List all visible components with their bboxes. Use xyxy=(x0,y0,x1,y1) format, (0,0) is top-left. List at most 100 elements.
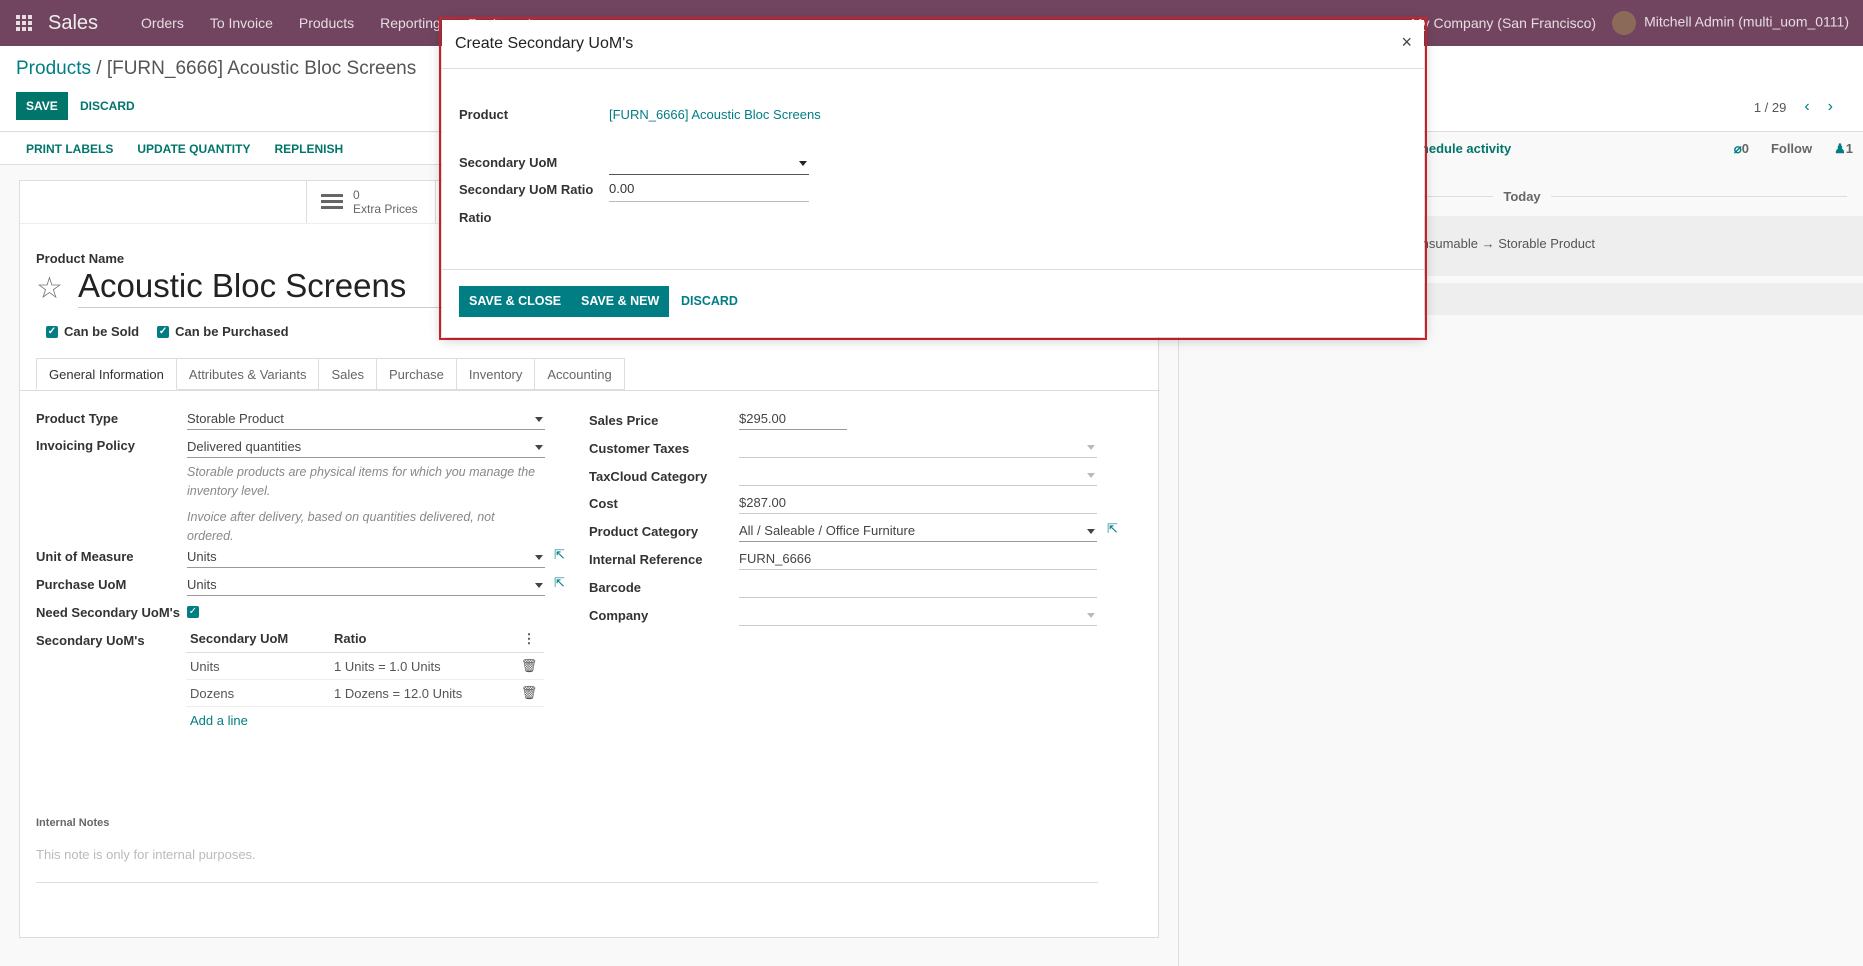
breadcrumb: Products / [FURN_6666] Acoustic Bloc Scr… xyxy=(16,58,416,80)
tab-purchase[interactable]: Purchase xyxy=(376,358,457,390)
table-row[interactable]: Units 1 Units = 1.0 Units 🗑 xyxy=(186,653,544,680)
extra-prices-button[interactable]: 0 Extra Prices xyxy=(306,181,436,223)
row-uom: Dozens xyxy=(190,685,235,701)
save-new-button[interactable]: SAVE & NEW xyxy=(571,286,670,317)
ratio-label: Ratio xyxy=(459,210,492,225)
cost-label: Cost xyxy=(589,496,618,511)
breadcrumb-separator: / xyxy=(90,58,107,79)
uom-value: Units xyxy=(187,549,217,564)
save-close-button[interactable]: SAVE & CLOSE xyxy=(459,286,572,317)
menu-to-invoice[interactable]: To Invoice xyxy=(197,15,286,31)
replenish-button[interactable]: REPLENISH xyxy=(262,142,355,156)
barcode-label: Barcode xyxy=(589,580,642,595)
tab-attributes-variants[interactable]: Attributes & Variants xyxy=(176,358,320,390)
invoicing-policy-select[interactable]: Delivered quantities xyxy=(187,438,545,458)
tab-general-information[interactable]: General Information xyxy=(36,358,177,390)
paperclip-icon: ⌀ xyxy=(1733,141,1742,156)
avatar xyxy=(1612,11,1637,35)
table-header: Secondary UoM Ratio ⋮ xyxy=(186,625,544,653)
apps-menu-icon[interactable] xyxy=(0,0,48,46)
column-ratio[interactable]: Ratio xyxy=(334,631,514,646)
company-select[interactable] xyxy=(739,606,1097,626)
pager-prev-icon[interactable]: ‹ xyxy=(1804,98,1809,116)
breadcrumb-products[interactable]: Products xyxy=(16,58,91,79)
can-be-sold-checkbox[interactable]: ✓ Can be Sold xyxy=(46,324,139,339)
customer-taxes-select[interactable] xyxy=(739,438,1097,458)
row-ratio: 1 Dozens = 12.0 Units xyxy=(334,685,463,701)
taxcloud-category-select[interactable] xyxy=(739,466,1097,486)
can-be-purchased-label: Can be Purchased xyxy=(175,324,289,339)
today-label: Today xyxy=(1503,189,1541,204)
update-quantity-button[interactable]: UPDATE QUANTITY xyxy=(125,142,262,156)
app-name[interactable]: Sales xyxy=(48,12,98,35)
invoicing-policy-value: Delivered quantities xyxy=(187,439,302,454)
save-button[interactable]: SAVE xyxy=(16,92,68,120)
external-link-icon[interactable]: ⇱ xyxy=(1107,521,1118,537)
need-secondary-checkbox[interactable]: ✓ xyxy=(187,606,199,618)
barcode-input[interactable] xyxy=(739,578,1097,598)
attachments-button[interactable]: ⌀0 xyxy=(1734,141,1749,157)
product-type-select[interactable]: Storable Product xyxy=(187,410,545,430)
product-category-value: All / Saleable / Office Furniture xyxy=(739,523,916,538)
tab-inventory[interactable]: Inventory xyxy=(456,358,536,390)
secondary-uom-ratio-input[interactable]: 0.00 xyxy=(609,180,809,202)
menu-products[interactable]: Products xyxy=(286,15,367,31)
internal-notes-input[interactable]: This note is only for internal purposes. xyxy=(36,847,1098,883)
dialog-discard-button[interactable]: DISCARD xyxy=(681,286,738,317)
kebab-menu-icon[interactable]: ⋮ xyxy=(514,631,544,647)
product-category-select[interactable]: All / Saleable / Office Furniture xyxy=(739,522,1097,542)
uom-select[interactable]: Units xyxy=(187,548,545,568)
tab-accounting[interactable]: Accounting xyxy=(535,358,625,390)
pager-next-icon[interactable]: › xyxy=(1828,98,1833,116)
chevron-down-icon xyxy=(535,555,543,560)
chevron-down-icon xyxy=(535,583,543,588)
product-category-label: Product Category xyxy=(589,524,699,539)
product-type-label: Product Type xyxy=(36,411,119,426)
internal-reference-input[interactable]: FURN_6666 xyxy=(739,550,1097,570)
cost-input[interactable]: $287.00 xyxy=(739,494,1097,514)
trash-icon[interactable]: 🗑 xyxy=(514,685,544,701)
chevron-down-icon xyxy=(1087,473,1095,478)
star-icon[interactable]: ☆ xyxy=(36,271,63,306)
add-line-link[interactable]: Add a line xyxy=(186,707,544,734)
breadcrumb-current: [FURN_6666] Acoustic Bloc Screens xyxy=(106,58,417,79)
taxcloud-category-label: TaxCloud Category xyxy=(589,469,708,484)
user-icon: ♟ xyxy=(1834,141,1846,156)
discard-button[interactable]: DISCARD xyxy=(72,92,143,120)
list-icon xyxy=(321,194,343,210)
trash-icon[interactable]: 🗑 xyxy=(514,658,544,674)
product-name-input[interactable]: Acoustic Bloc Screens xyxy=(78,267,478,308)
row-uom: Units xyxy=(190,658,220,674)
storable-hint: Storable products are physical items for… xyxy=(187,465,536,498)
print-labels-button[interactable]: PRINT LABELS xyxy=(0,142,125,156)
product-name-label: Product Name xyxy=(36,251,125,266)
sales-price-input[interactable]: $295.00 xyxy=(739,410,847,430)
column-secondary-uom[interactable]: Secondary UoM xyxy=(186,631,334,646)
purchase-uom-select[interactable]: Units xyxy=(187,576,545,596)
uom-label: Unit of Measure xyxy=(36,549,134,564)
company-label: Company xyxy=(589,608,649,623)
table-row[interactable]: Dozens 1 Dozens = 12.0 Units 🗑 xyxy=(186,680,544,707)
tab-sales[interactable]: Sales xyxy=(319,358,377,390)
followers-button[interactable]: ♟1 xyxy=(1834,141,1853,157)
secondary-uom-table: Secondary UoM Ratio ⋮ Units 1 Units = 1.… xyxy=(186,625,544,734)
menu-orders[interactable]: Orders xyxy=(128,15,197,31)
follow-button[interactable]: Follow xyxy=(1771,141,1812,157)
secondary-uoms-label: Secondary UoM's xyxy=(36,633,145,648)
secondary-uom-select[interactable] xyxy=(609,153,809,175)
external-link-icon[interactable]: ⇱ xyxy=(554,575,565,591)
product-link[interactable]: [FURN_6666] Acoustic Bloc Screens xyxy=(609,107,821,122)
close-icon[interactable]: × xyxy=(1401,32,1412,53)
chevron-down-icon xyxy=(799,161,807,166)
form-tabs: General Information Attributes & Variant… xyxy=(36,358,625,390)
external-link-icon[interactable]: ⇱ xyxy=(554,547,565,563)
user-menu[interactable]: Mitchell Admin (multi_uom_0111) xyxy=(1612,11,1849,35)
purchase-uom-label: Purchase UoM xyxy=(36,577,127,592)
invoice-hint: Invoice after delivery, based on quantit… xyxy=(187,510,495,543)
product-label: Product xyxy=(459,107,509,122)
followers-count: 1 xyxy=(1845,141,1853,156)
company-switcher[interactable]: My Company (San Francisco) xyxy=(1411,15,1596,31)
pager-value[interactable]: 1 / 29 xyxy=(1754,100,1787,115)
can-be-purchased-checkbox[interactable]: ✓ Can be Purchased xyxy=(157,324,289,339)
row-ratio: 1 Units = 1.0 Units xyxy=(334,658,441,674)
